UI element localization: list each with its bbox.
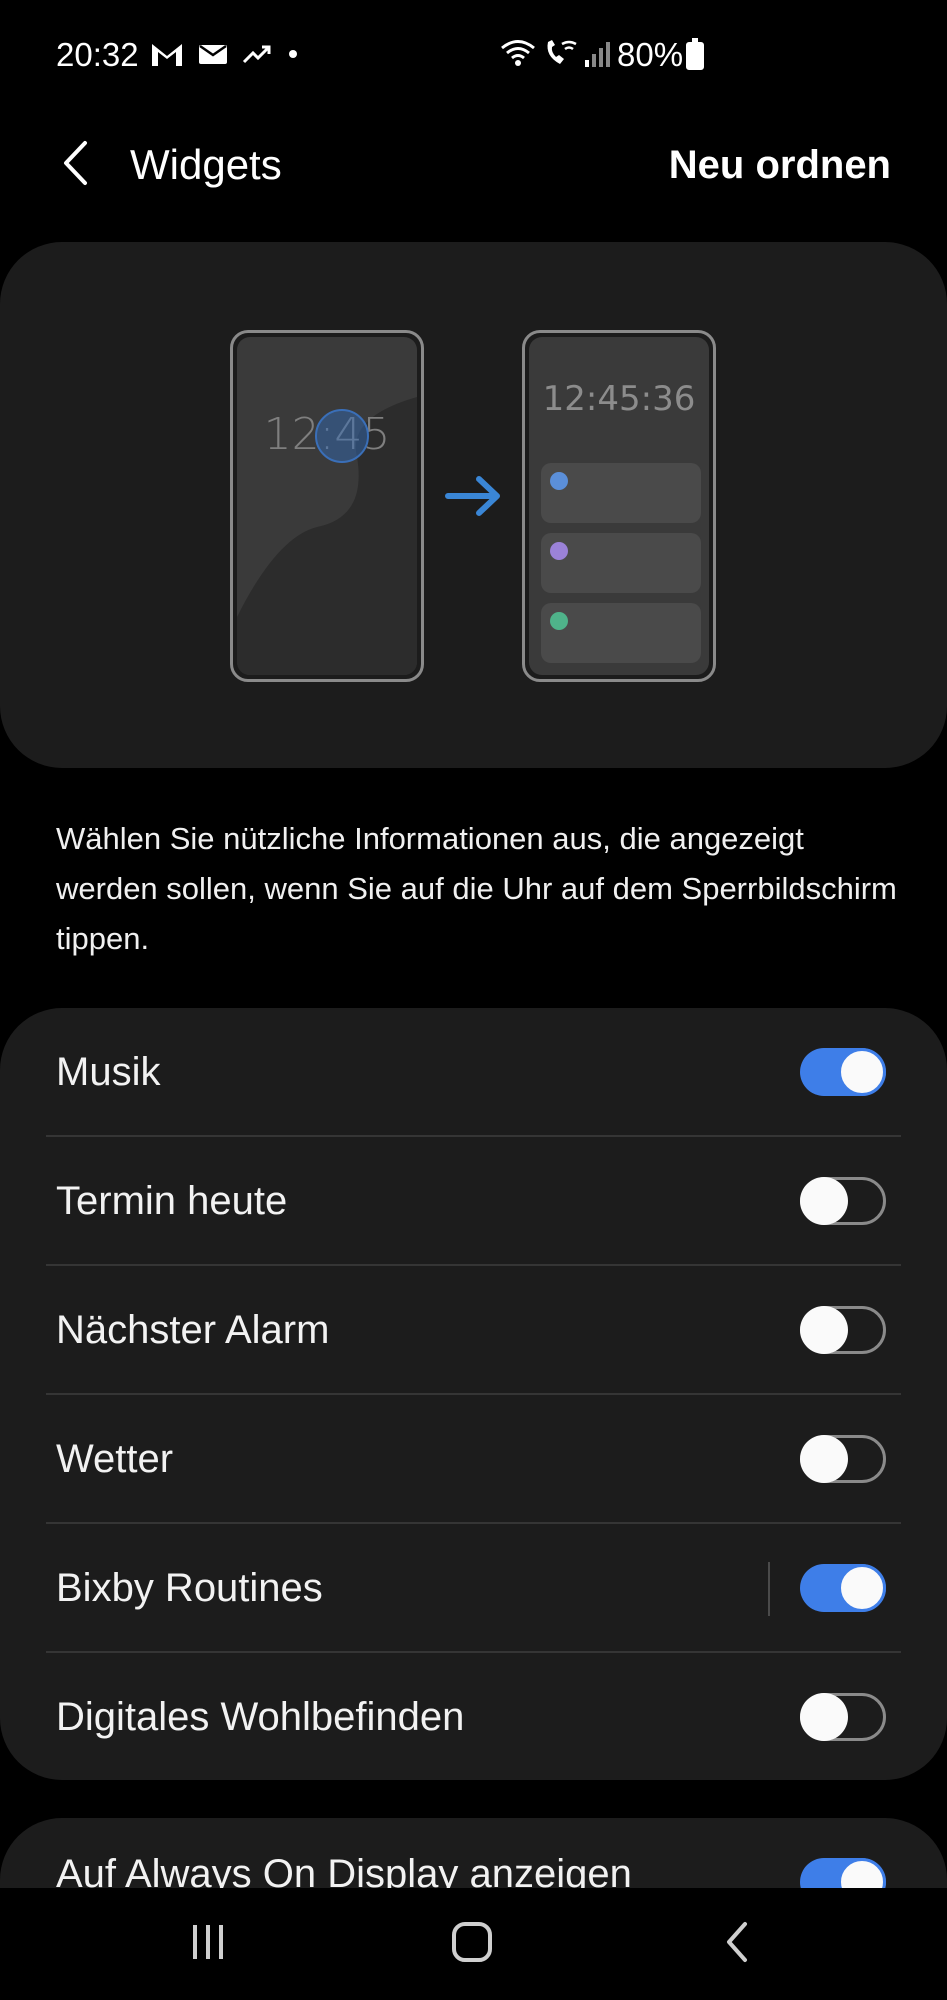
wallpaper-wave xyxy=(237,397,417,675)
wetter-toggle[interactable] xyxy=(800,1435,886,1483)
arrow-right-icon xyxy=(445,474,503,523)
description-text: Wählen Sie nützliche Informationen aus, … xyxy=(56,821,897,956)
trending-icon xyxy=(242,42,272,71)
wifi-call-icon xyxy=(542,38,578,73)
widget-row-termin-heute[interactable]: Termin heute xyxy=(0,1137,947,1266)
back-button[interactable] xyxy=(48,137,104,193)
app-header: Widgets Neu ordnen xyxy=(0,115,947,225)
widget-label: Bixby Routines xyxy=(56,1566,323,1610)
widget-label: Digitales Wohlbefinden xyxy=(56,1695,465,1739)
phone-widgets-illustration: 12:45:36 xyxy=(522,330,716,682)
recents-icon xyxy=(188,1922,228,1967)
dot-icon xyxy=(286,42,300,71)
battery-icon xyxy=(686,38,704,70)
status-bar: 20:32 80% xyxy=(0,0,947,115)
widget-preview xyxy=(541,603,701,663)
purple-dot-icon xyxy=(550,542,568,560)
recents-button[interactable] xyxy=(178,1916,238,1972)
illustration-card: 12:45 12:45:36 xyxy=(0,242,947,768)
back-arrow-icon xyxy=(61,140,91,191)
green-dot-icon xyxy=(550,612,568,630)
widget-label: Wetter xyxy=(56,1437,174,1481)
wifi-icon xyxy=(500,38,536,73)
widget-row-naechster-alarm[interactable]: Nächster Alarm xyxy=(0,1266,947,1395)
navigation-bar xyxy=(0,1888,947,2000)
widget-row-wetter[interactable]: Wetter xyxy=(0,1395,947,1524)
phone-lockscreen-illustration: 12:45 xyxy=(230,330,424,682)
reorder-button[interactable]: Neu ordnen xyxy=(669,137,891,193)
back-icon xyxy=(723,1920,753,1969)
widgets-list: Musik Termin heute Nächster Alarm Wetter… xyxy=(0,1008,947,1780)
widget-row-musik[interactable]: Musik xyxy=(0,1008,947,1137)
vertical-separator xyxy=(768,1562,770,1616)
mail-icon xyxy=(198,42,228,71)
widgets-clock: 12:45:36 xyxy=(542,379,696,419)
musik-toggle[interactable] xyxy=(800,1048,886,1096)
termin-heute-toggle[interactable] xyxy=(800,1177,886,1225)
widget-label: Nächster Alarm xyxy=(56,1308,330,1352)
signal-icon xyxy=(584,40,610,73)
widget-label: Termin heute xyxy=(56,1179,288,1223)
home-icon xyxy=(450,1920,494,1969)
widget-label: Musik xyxy=(56,1050,161,1094)
blue-dot-icon xyxy=(550,472,568,490)
widget-row-bixby-routines[interactable]: Bixby Routines xyxy=(0,1524,947,1653)
nav-back-button[interactable] xyxy=(708,1916,768,1972)
status-time: 20:32 xyxy=(56,36,139,73)
naechster-alarm-toggle[interactable] xyxy=(800,1306,886,1354)
widget-preview xyxy=(541,533,701,593)
widget-row-digitales-wohlbefinden[interactable]: Digitales Wohlbefinden xyxy=(0,1653,947,1782)
gmail-icon xyxy=(150,40,184,73)
tap-indicator xyxy=(315,409,369,463)
notification-icons xyxy=(150,40,300,73)
battery-percent: 80% xyxy=(617,36,684,73)
bixby-routines-toggle[interactable] xyxy=(800,1564,886,1612)
page-title: Widgets xyxy=(130,141,282,188)
digitales-wohlbefinden-toggle[interactable] xyxy=(800,1693,886,1741)
widget-preview xyxy=(541,463,701,523)
connectivity-icons xyxy=(500,38,610,73)
home-button[interactable] xyxy=(442,1916,502,1972)
